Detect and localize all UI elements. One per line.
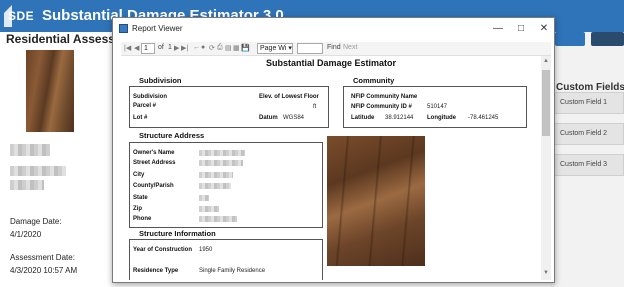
- page-number-input[interactable]: 1: [141, 43, 155, 54]
- city-label: City: [133, 172, 145, 178]
- state-label: State: [133, 195, 148, 201]
- stop-icon[interactable]: ●: [201, 44, 205, 51]
- next-page-icon[interactable]: ▶: [174, 44, 179, 52]
- find-button[interactable]: Find: [327, 44, 341, 51]
- elev-label: Elev. of Lowest Floor: [259, 94, 319, 100]
- datum-label: Datum: [259, 115, 278, 121]
- report-title: Substantial Damage Estimator: [265, 58, 397, 68]
- redacted-address-line-1: [10, 166, 66, 176]
- of-label: of: [158, 44, 164, 51]
- structure-info-heading: Structure Information: [139, 229, 216, 238]
- dialog-title: Report Viewer: [132, 24, 183, 33]
- zoom-value: Page Wi: [260, 45, 287, 52]
- report-toolbar: |◀ ◀ 1 of 1 ▶ ▶| ← ● ⟳ ⎙ ▤ ▦ 💾 Page Wi ▾…: [121, 42, 551, 56]
- residence-type-value: Single Family Residence: [199, 268, 266, 274]
- find-input[interactable]: [297, 43, 323, 54]
- latitude-label: Latitude: [351, 115, 375, 121]
- custom-field-3[interactable]: Custom Field 3: [553, 154, 624, 176]
- structure-address-heading: Structure Address: [139, 131, 205, 140]
- report-scrollbar[interactable]: ▲ ▼: [541, 56, 551, 280]
- county-label: County/Parish: [133, 183, 174, 189]
- page-count: 1: [168, 44, 172, 51]
- structure-photo: [327, 136, 425, 266]
- residence-type-label: Residence Type: [133, 268, 179, 274]
- custom-field-1[interactable]: Custom Field 1: [553, 92, 624, 114]
- phone-label: Phone: [133, 216, 152, 222]
- community-id-label: NFIP Community ID #: [351, 104, 412, 110]
- subdivision-label: Subdivision: [133, 94, 168, 100]
- street-address-label: Street Address: [133, 160, 176, 166]
- redacted-owner: [10, 144, 50, 156]
- redacted-street: [199, 160, 243, 166]
- toolbar-button-2[interactable]: [591, 32, 624, 46]
- maximize-button[interactable]: □: [514, 22, 528, 36]
- last-page-icon[interactable]: ▶|: [181, 44, 188, 52]
- damage-date-value: 4/1/2020: [10, 230, 42, 239]
- prev-page-icon[interactable]: ◀: [134, 44, 139, 52]
- zoom-select[interactable]: Page Wi ▾: [257, 43, 293, 54]
- lot-label: Lot #: [133, 115, 148, 121]
- redacted-owner-name: [199, 150, 245, 156]
- year-construction-label: Year of Construction: [133, 247, 193, 253]
- toolbar-button-1[interactable]: [555, 32, 585, 46]
- app-logo-text: SDE: [8, 9, 35, 23]
- elev-unit: ft: [313, 104, 317, 110]
- print-icon[interactable]: ⎙: [217, 44, 223, 52]
- close-button[interactable]: ✕: [537, 22, 551, 36]
- export-icon[interactable]: 💾: [241, 44, 250, 52]
- dialog-titlebar[interactable]: Report Viewer — □ ✕: [113, 18, 554, 40]
- redacted-address-line-2: [10, 180, 44, 190]
- scroll-up-icon[interactable]: ▲: [541, 58, 551, 64]
- scroll-down-icon[interactable]: ▼: [541, 270, 551, 276]
- redacted-phone: [199, 216, 237, 222]
- report-page: Substantial Damage Estimator Subdivision…: [121, 58, 541, 280]
- print-layout-icon[interactable]: ▤: [225, 44, 232, 52]
- app-window: SDE Substantial Damage Estimator 3.0 Res…: [0, 0, 624, 287]
- redacted-county: [199, 183, 231, 189]
- zip-label: Zip: [133, 206, 142, 212]
- owner-name-label: Owner's Name: [133, 150, 175, 156]
- assessment-date-label: Assessment Date:: [10, 253, 75, 262]
- subdivision-box: [129, 86, 329, 128]
- parcel-label: Parcel #: [133, 103, 157, 109]
- year-construction-value: 1950: [199, 247, 213, 253]
- community-name-label: NFIP Community Name: [351, 94, 418, 100]
- longitude-label: Longitude: [427, 115, 456, 121]
- page-setup-icon[interactable]: ▦: [233, 44, 240, 52]
- longitude-value: -78.461245: [468, 115, 499, 121]
- redacted-zip: [199, 206, 219, 212]
- assessment-panel: Residential Assessment Damage Date: 4/1/…: [0, 32, 144, 287]
- latitude-value: 38.912144: [385, 115, 414, 121]
- report-viewer-icon: [119, 24, 128, 33]
- datum-value: WGS84: [283, 115, 305, 121]
- redacted-state: [199, 195, 209, 201]
- find-next-button[interactable]: Next: [343, 44, 357, 51]
- back-icon[interactable]: ←: [193, 44, 200, 51]
- subdivision-heading: Subdivision: [139, 76, 182, 85]
- community-id-value: 510147: [427, 104, 448, 110]
- custom-field-2[interactable]: Custom Field 2: [553, 123, 624, 145]
- refresh-icon[interactable]: ⟳: [209, 44, 215, 52]
- report-viewer-dialog: Report Viewer — □ ✕ |◀ ◀ 1 of 1 ▶ ▶| ← ●…: [112, 17, 555, 283]
- damage-date-label: Damage Date:: [10, 217, 62, 226]
- redacted-city: [199, 172, 233, 178]
- scrollbar-thumb[interactable]: [542, 70, 550, 136]
- first-page-icon[interactable]: |◀: [124, 44, 131, 52]
- structure-photo-thumbnail[interactable]: [26, 50, 74, 132]
- assessment-date-value: 4/3/2020 10:57 AM: [10, 266, 78, 275]
- minimize-button[interactable]: —: [491, 22, 505, 36]
- community-heading: Community: [353, 76, 395, 85]
